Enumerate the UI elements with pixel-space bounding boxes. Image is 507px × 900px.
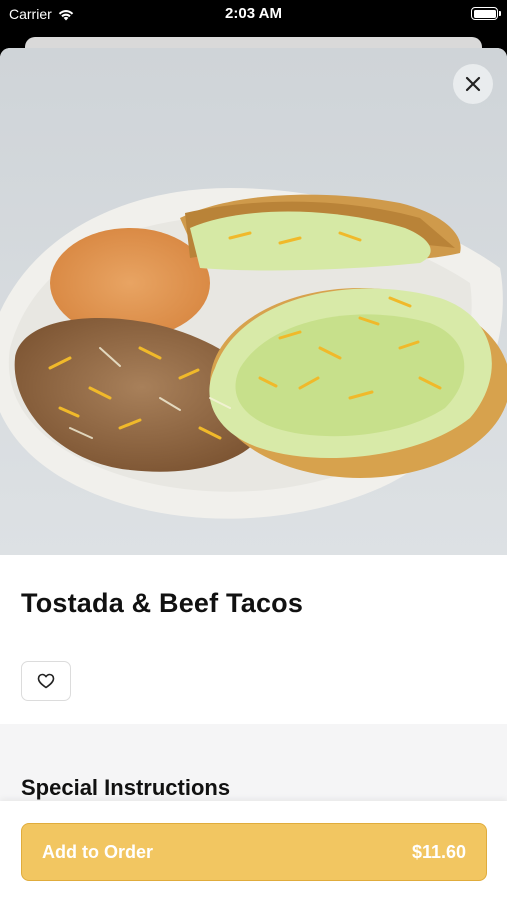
special-instructions-title: Special Instructions (21, 775, 231, 800)
close-icon (465, 76, 481, 92)
add-to-order-button[interactable]: Add to Order $11.60 (21, 823, 487, 881)
order-footer: Add to Order $11.60 (0, 801, 507, 900)
status-time: 2:03 AM (225, 5, 282, 22)
item-title: Tostada & Beef Tacos (21, 588, 304, 618)
close-button[interactable] (453, 64, 493, 104)
heart-icon (37, 673, 55, 689)
add-to-order-label: Add to Order (42, 841, 153, 862)
status-bar: Carrier 2:03 AM (0, 0, 507, 30)
item-price: $11.60 (411, 841, 466, 862)
favorite-button[interactable] (21, 661, 71, 701)
item-image (0, 48, 507, 555)
item-detail-sheet: Tostada & Beef Tacos Special Instruction… (0, 48, 507, 900)
battery-icon (471, 7, 501, 20)
